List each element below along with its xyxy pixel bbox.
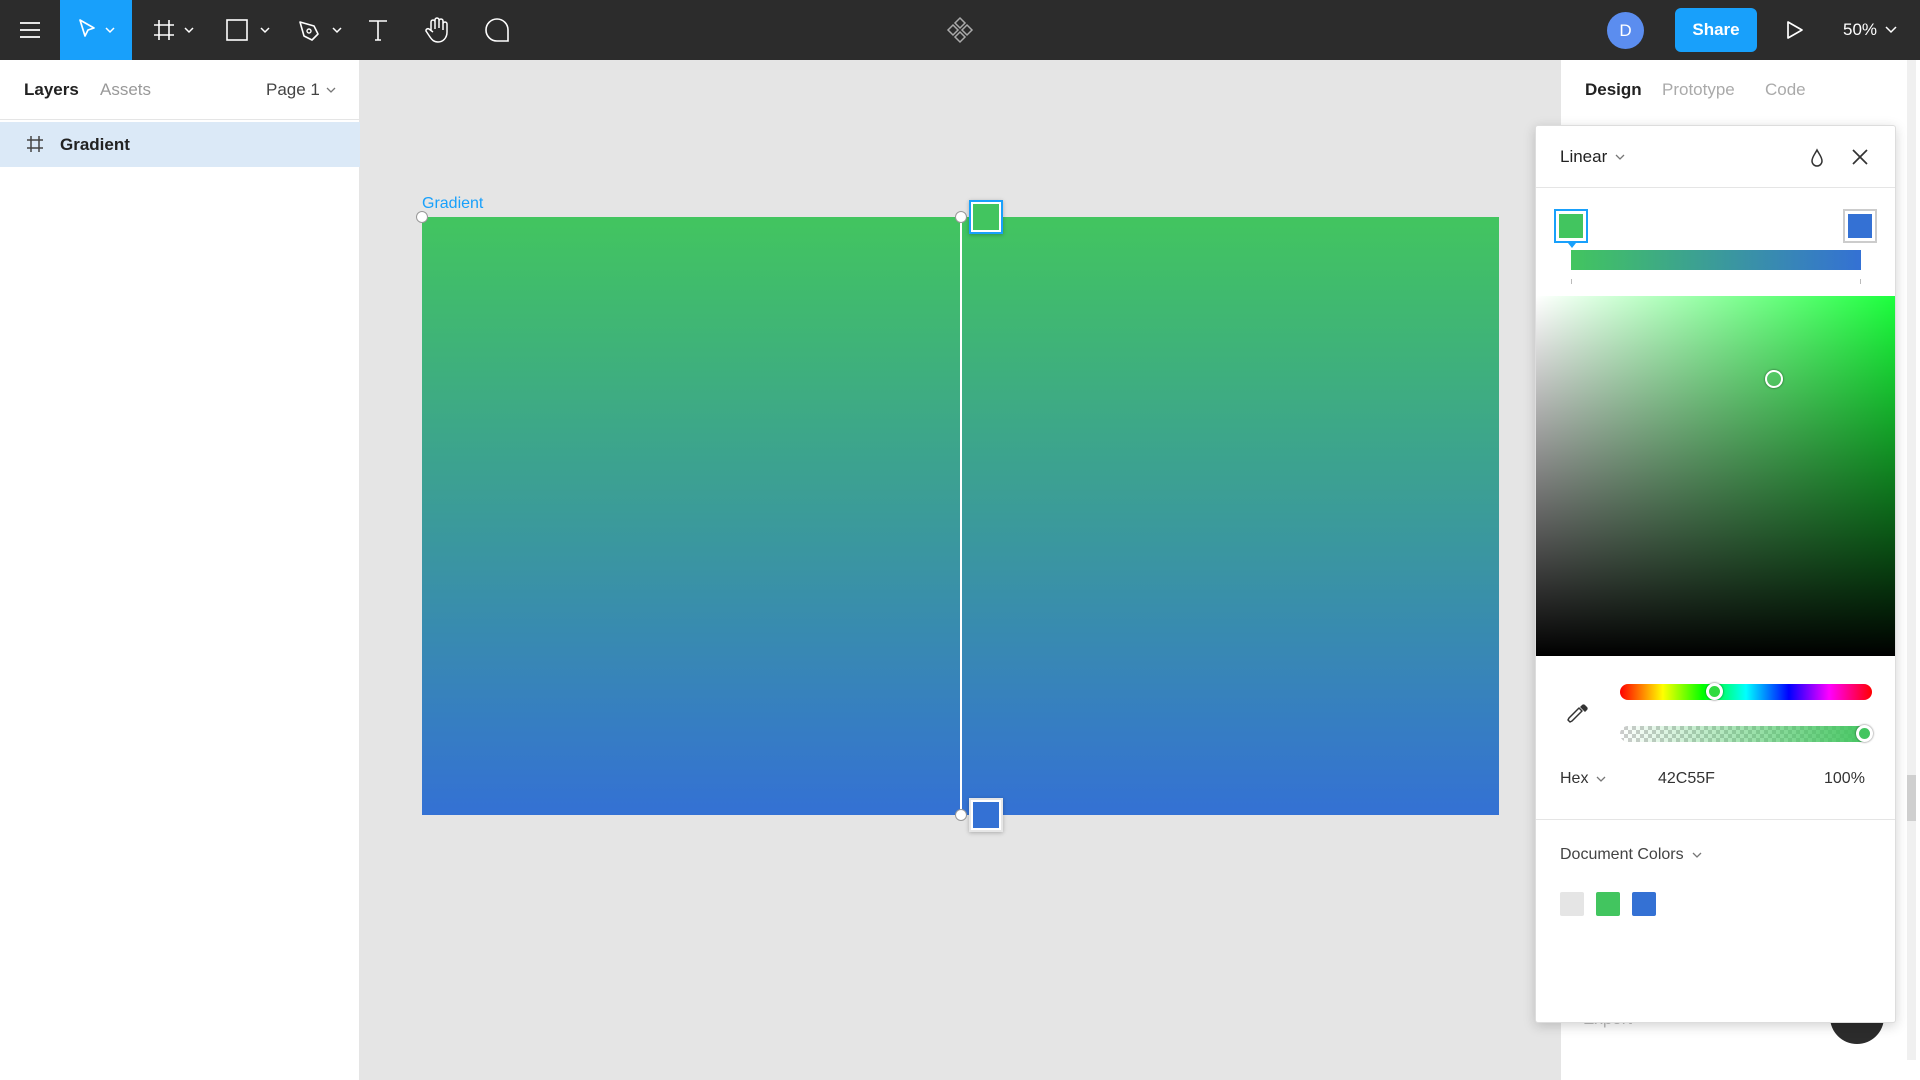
- hex-input[interactable]: 42C55F: [1658, 770, 1715, 788]
- eyedropper-icon[interactable]: [1566, 702, 1590, 726]
- comment-tool-icon: [485, 18, 509, 42]
- fill-type-label: Linear: [1560, 147, 1608, 166]
- saturation-brightness-field[interactable]: [1536, 296, 1895, 656]
- close-icon[interactable]: [1851, 148, 1869, 166]
- document-color-swatch[interactable]: [1560, 892, 1584, 916]
- gradient-start-handle[interactable]: [955, 211, 967, 223]
- gradient-stop-start[interactable]: [1554, 209, 1588, 248]
- chevron-down-icon: [1596, 776, 1606, 782]
- page-selector-label: Page 1: [266, 80, 320, 99]
- gradient-tick: [1860, 279, 1861, 284]
- top-toolbar: D Share 50%: [0, 0, 1920, 60]
- layers-panel: Layers Assets Page 1 Gradient: [0, 60, 360, 1080]
- left-panel-tabs: Layers Assets Page 1: [0, 60, 360, 120]
- opacity-slider[interactable]: [1620, 726, 1872, 742]
- gradient-stop-end[interactable]: [1843, 209, 1877, 243]
- document-color-swatch[interactable]: [1632, 892, 1656, 916]
- color-cursor[interactable]: [1765, 370, 1783, 388]
- chevron-down-icon: [1885, 26, 1897, 34]
- text-tool-icon: [369, 20, 387, 41]
- chevron-down-icon: [1692, 852, 1702, 858]
- comment-tool-button[interactable]: [480, 0, 514, 60]
- tab-design[interactable]: Design: [1585, 80, 1642, 100]
- tab-layers[interactable]: Layers: [24, 80, 79, 100]
- text-tool-button[interactable]: [362, 0, 394, 60]
- canvas-gradient-stop-start[interactable]: [969, 200, 1003, 234]
- color-format-dropdown[interactable]: Hex: [1560, 770, 1606, 788]
- hand-tool-button[interactable]: [420, 0, 454, 60]
- canvas-gradient-stop-end[interactable]: [969, 798, 1003, 832]
- tab-assets[interactable]: Assets: [100, 80, 151, 100]
- color-picker-header: Linear: [1536, 126, 1895, 188]
- pen-tool-icon: [299, 21, 342, 41]
- share-button[interactable]: Share: [1675, 8, 1757, 52]
- panel-scrollbar-thumb[interactable]: [1907, 775, 1916, 821]
- zoom-dropdown[interactable]: 50%: [1843, 0, 1897, 60]
- pen-tool-button[interactable]: [292, 0, 348, 60]
- fill-type-dropdown[interactable]: Linear: [1560, 147, 1625, 167]
- component-icon[interactable]: [944, 0, 976, 60]
- gradient-direction-line[interactable]: [960, 217, 962, 815]
- frame-label[interactable]: Gradient: [422, 195, 483, 213]
- move-tool-button[interactable]: [60, 0, 132, 60]
- present-play-icon[interactable]: [1780, 0, 1810, 60]
- opacity-slider-knob[interactable]: [1856, 725, 1873, 742]
- frame-corner-handle[interactable]: [416, 211, 428, 223]
- tab-code[interactable]: Code: [1765, 80, 1806, 100]
- gradient-preview-bar[interactable]: [1571, 250, 1861, 270]
- panel-scrollbar[interactable]: [1907, 60, 1916, 1060]
- user-avatar[interactable]: D: [1607, 12, 1644, 49]
- frame-hash-icon: [27, 136, 43, 152]
- hue-slider-knob[interactable]: [1706, 683, 1723, 700]
- hamburger-menu-icon[interactable]: [0, 0, 60, 60]
- layer-row-gradient[interactable]: Gradient: [0, 122, 360, 167]
- page-selector[interactable]: Page 1: [266, 80, 336, 100]
- chevron-down-icon: [1615, 154, 1625, 160]
- zoom-label: 50%: [1843, 20, 1878, 39]
- gradient-tick: [1571, 279, 1572, 284]
- rectangle-tool-button[interactable]: [220, 0, 276, 60]
- document-colors-label: Document Colors: [1560, 846, 1684, 863]
- layer-name: Gradient: [60, 135, 130, 154]
- document-color-swatch[interactable]: [1596, 892, 1620, 916]
- gradient-end-handle[interactable]: [955, 809, 967, 821]
- drop-icon[interactable]: [1809, 148, 1825, 168]
- frame-tool-button[interactable]: [148, 0, 204, 60]
- hand-tool-icon: [425, 17, 448, 43]
- tab-prototype[interactable]: Prototype: [1662, 80, 1735, 100]
- rectangle-tool-icon: [226, 19, 270, 41]
- document-colors-dropdown[interactable]: Document Colors: [1560, 846, 1702, 864]
- chevron-down-icon: [326, 87, 336, 93]
- move-tool-icon: [79, 19, 115, 37]
- hue-slider[interactable]: [1620, 684, 1872, 700]
- frame-tool-icon: [154, 20, 194, 40]
- color-picker-popover: Linear Hex 42C55F 100% Document Colors: [1535, 125, 1896, 1023]
- color-format-label: Hex: [1560, 770, 1589, 787]
- divider: [1536, 819, 1895, 820]
- opacity-input[interactable]: 100%: [1824, 770, 1865, 788]
